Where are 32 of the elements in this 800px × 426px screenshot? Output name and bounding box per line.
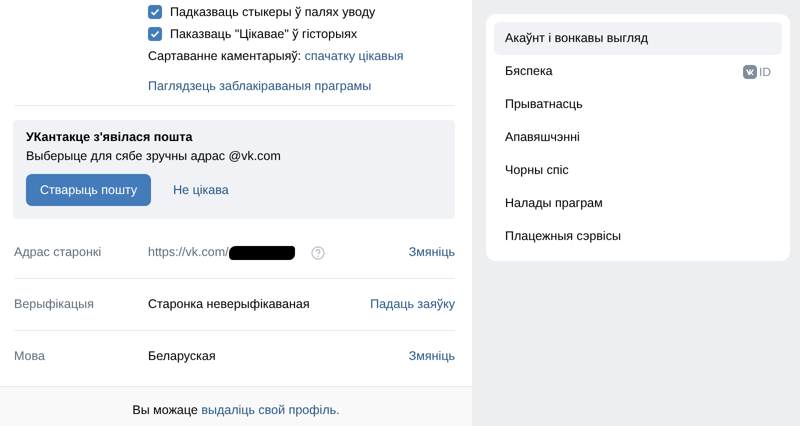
delete-profile-text: Вы можаце выдаліць свой профіль. [132, 403, 340, 418]
blocked-apps-link[interactable]: Паглядзець заблакіраваныя праграмы [148, 76, 372, 96]
sort-link[interactable]: спачатку цікавыя [304, 48, 404, 63]
url-text: https://vk.com/ [148, 244, 229, 262]
checkbox-label: Паказваць "Цікавае" ў гісторыях [170, 26, 358, 43]
menu-item[interactable]: Бяспека ID [494, 55, 782, 88]
menu-item[interactable]: Прыватнасць [494, 88, 782, 121]
delete-profile-link[interactable]: выдаліць свой профіль. [201, 403, 340, 418]
checkbox[interactable] [148, 5, 162, 19]
row-label: Адрас старонкі [14, 244, 102, 262]
banner-title: УКантакце з'явілася пошта [26, 129, 194, 146]
row-action-link[interactable]: Змяніць [408, 243, 455, 262]
row-label: Верыфікацыя [14, 296, 95, 314]
row-action-link[interactable]: Падаць заяўку [370, 295, 455, 314]
menu-item[interactable]: Чорны спіс [494, 154, 782, 187]
row-action-link[interactable]: Змяніць [408, 347, 455, 366]
checkbox-label: Падказваць стыкеры ў палях уводу [170, 4, 376, 21]
vk-id-badge: ID [743, 62, 771, 80]
menu-item[interactable]: Акаўнт і вонкавы выгляд [494, 22, 782, 55]
menu-item[interactable]: Плацежныя сэрвісы [494, 220, 782, 253]
row-label: Мова [14, 348, 46, 366]
banner-text: Выберыце для сябе зручны адрас @vk.com [26, 148, 282, 165]
create-mail-button[interactable]: Стварыць пошту [26, 174, 152, 206]
checkbox[interactable] [148, 27, 162, 41]
menu-item[interactable]: Налады праграм [494, 187, 782, 220]
sort-setting-text: Сартаванне каментарыяў: спачатку цікавыя [148, 48, 404, 65]
not-interested-button[interactable]: Не цікава [159, 174, 243, 206]
row-value: Беларуская [148, 348, 216, 366]
row-value: Старонка неверыфікаваная [148, 296, 310, 314]
menu-item[interactable]: Апавяшчэнні [494, 121, 782, 154]
checkmark-icon [150, 7, 160, 17]
checkmark-icon [150, 29, 160, 39]
